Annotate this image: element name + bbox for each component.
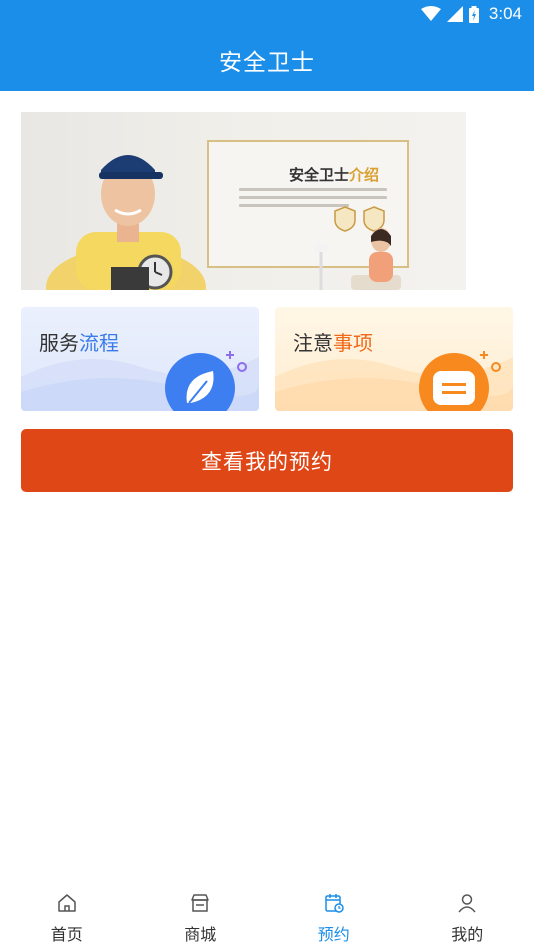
tab-appointment-label: 预约	[317, 925, 350, 944]
service-process-card[interactable]: 服务流程	[21, 307, 259, 411]
status-bar: 3:04	[0, 0, 534, 28]
intro-text-line	[239, 188, 387, 191]
tab-appointment[interactable]: 预约	[267, 880, 401, 950]
notes-card[interactable]: 注意事项	[275, 307, 513, 411]
leaf-icon	[165, 351, 247, 411]
signal-icon	[446, 6, 463, 22]
service-process-label: 服务流程	[39, 331, 119, 355]
tab-profile-label: 我的	[451, 925, 484, 944]
store-icon	[191, 894, 209, 912]
status-time: 3:04	[488, 4, 522, 23]
tab-store[interactable]: 商城	[134, 880, 268, 950]
view-my-appointments-label: 查看我的预约	[201, 449, 333, 474]
tab-profile[interactable]: 我的	[401, 880, 534, 950]
notes-label: 注意事项	[293, 331, 373, 355]
calendar-icon	[325, 894, 344, 913]
technician-illustration	[46, 155, 206, 290]
home-icon	[58, 894, 76, 912]
intro-text-line	[239, 196, 387, 199]
tab-home[interactable]: 首页	[0, 880, 134, 950]
user-icon	[458, 894, 476, 913]
bottom-tab-bar: 首页 商城 预约 我的	[0, 880, 534, 950]
battery-icon	[468, 5, 479, 23]
intro-banner[interactable]: 安全卫士介绍	[21, 112, 466, 290]
page-title: 安全卫士	[219, 49, 315, 76]
message-icon	[419, 351, 501, 411]
tab-home-label: 首页	[50, 925, 83, 944]
wifi-icon	[420, 6, 441, 21]
app-header: 安全卫士	[0, 28, 534, 91]
intro-text-line	[239, 204, 349, 207]
tab-store-label: 商城	[184, 925, 217, 944]
woman-illustration	[313, 228, 401, 290]
view-my-appointments-button[interactable]: 查看我的预约	[21, 429, 513, 492]
banner-title: 安全卫士介绍	[289, 166, 380, 184]
